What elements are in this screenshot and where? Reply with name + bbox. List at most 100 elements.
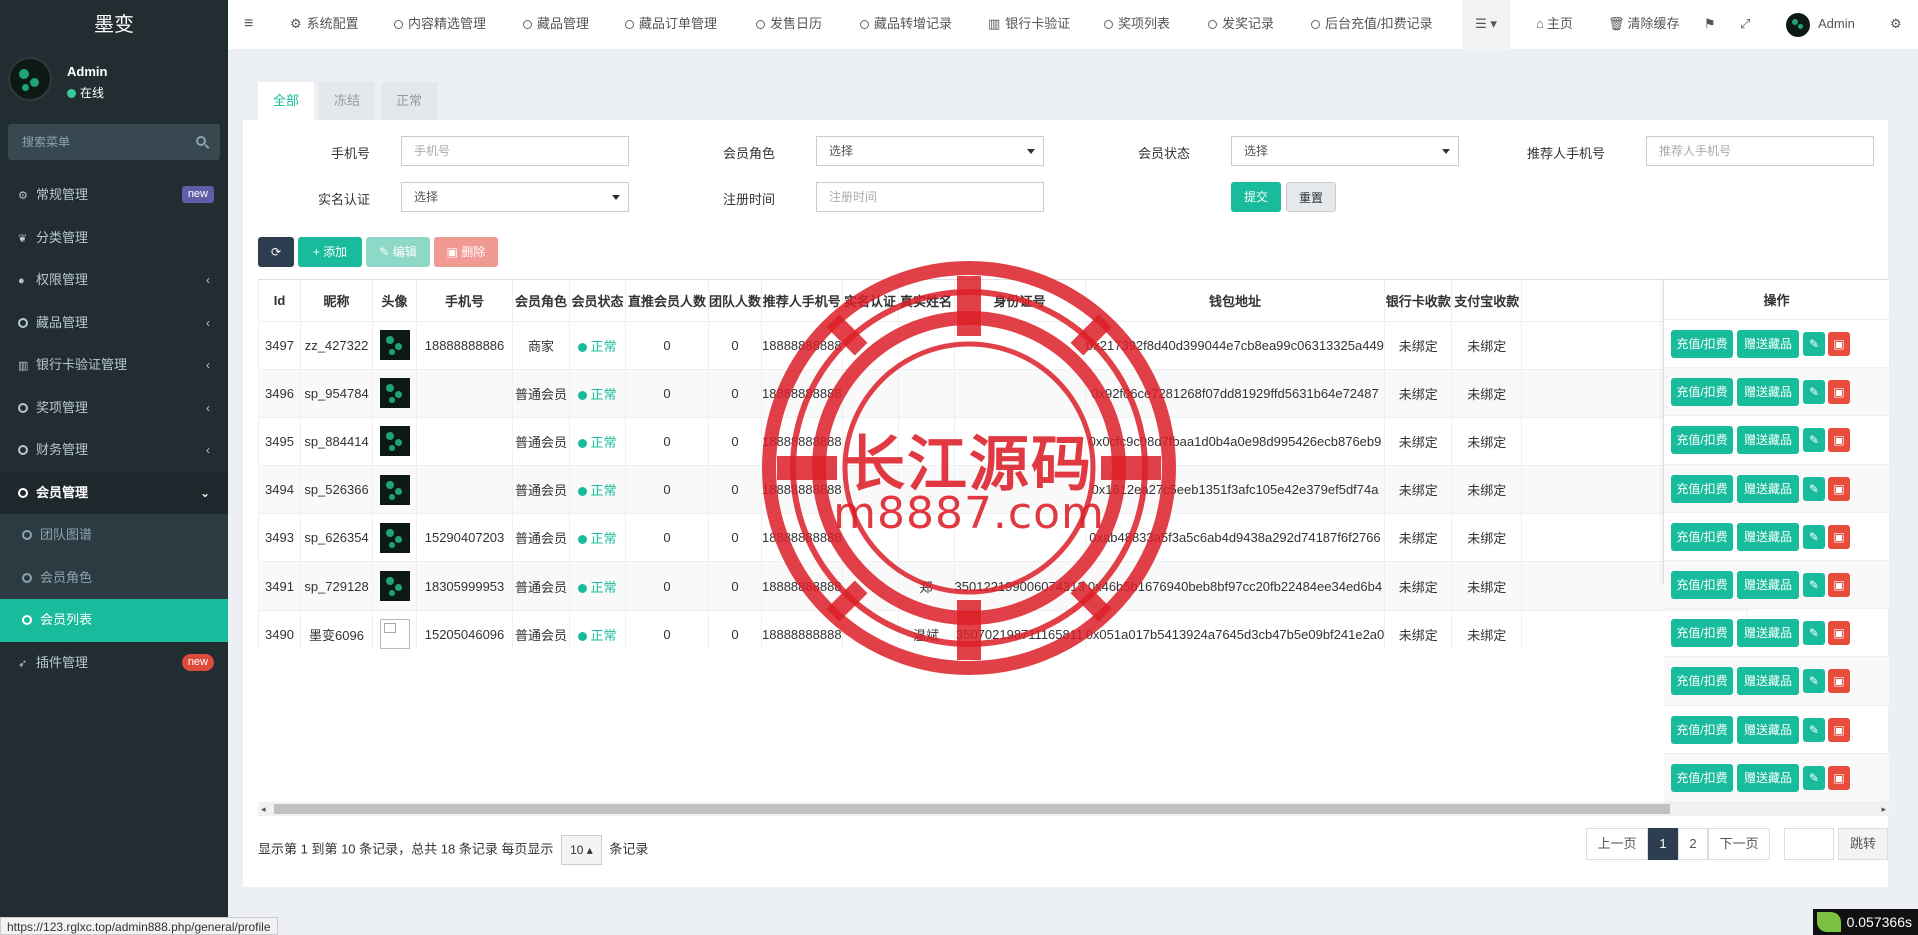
page-1-button[interactable]: 1 [1648, 828, 1678, 860]
nav-tab-system-config[interactable]: ⚙ 系统配置 [290, 0, 359, 50]
nav-clear-cache[interactable]: 🗑 清除缓存 [1608, 0, 1680, 50]
app-logo[interactable]: 墨变 [0, 0, 228, 50]
gift-collection-button[interactable]: 赠送藏品 [1737, 474, 1799, 503]
member-avatar[interactable] [379, 522, 410, 553]
nav-more-dropdown[interactable]: ☰ ▾ [1462, 0, 1510, 50]
recharge-button[interactable]: 充值/扣费 [1671, 522, 1733, 551]
col-header[interactable]: 支付宝收款 [1451, 280, 1523, 322]
sidebar-item-member[interactable]: 会员管理 ⌄ [0, 471, 228, 514]
role-select[interactable]: 选择 [816, 136, 1044, 166]
recharge-button[interactable]: 充值/扣费 [1671, 763, 1733, 792]
submit-button[interactable]: 提交 [1231, 182, 1281, 212]
gift-collection-button[interactable]: 赠送藏品 [1737, 763, 1799, 792]
col-header[interactable]: 直推会员人数 [625, 280, 709, 322]
reset-button[interactable]: 重置 [1286, 182, 1336, 212]
col-header[interactable]: 手机号 [416, 280, 513, 322]
table-row[interactable]: 3494 sp_526366 普通会员 正常 0 0 18888888888 0x1612ea… [258, 465, 1749, 515]
scrollbar-thumb[interactable] [274, 804, 1670, 814]
gift-collection-button[interactable]: 赠送藏品 [1737, 715, 1799, 744]
status-select[interactable]: 选择 [1231, 136, 1459, 166]
add-button[interactable]: + 添加 [298, 237, 362, 267]
table-hscrollbar[interactable]: ◂ ▸ [258, 802, 1889, 816]
col-header[interactable]: 会员角色 [512, 280, 570, 322]
edit-pencil-icon[interactable]: ✎ [1803, 524, 1825, 549]
search-icon[interactable] [196, 136, 206, 146]
table-row[interactable]: 3491 sp_729128 18305999953 普通会员 正常 0 0 18888888… [258, 561, 1749, 611]
gift-collection-button[interactable]: 赠送藏品 [1737, 522, 1799, 551]
language-icon[interactable]: ⚑ [1704, 0, 1716, 50]
col-header[interactable]: 团队人数 [707, 280, 763, 322]
edit-button[interactable]: ✎ 编辑 [366, 237, 430, 267]
delete-button[interactable]: ▣ 删除 [434, 237, 498, 267]
recharge-button[interactable]: 充值/扣费 [1671, 570, 1733, 599]
nav-tab-content[interactable]: 内容精选管理 [394, 0, 486, 50]
gift-collection-button[interactable]: 赠送藏品 [1737, 330, 1799, 358]
recharge-button[interactable]: 充值/扣费 [1671, 474, 1733, 503]
sidebar-item-member-list[interactable]: 会员列表 [0, 599, 228, 642]
edit-pencil-icon[interactable]: ✎ [1803, 621, 1825, 646]
sidebar-item-collection[interactable]: 藏品管理 ‹ [0, 302, 228, 345]
menu-toggle-icon[interactable]: ≡ [244, 0, 253, 50]
gift-collection-button[interactable]: 赠送藏品 [1737, 619, 1799, 648]
member-avatar[interactable] [379, 571, 410, 602]
col-header[interactable]: 推荐人手机号 [761, 280, 843, 322]
delete-trash-icon[interactable]: ▣ [1828, 332, 1850, 356]
edit-pencil-icon[interactable]: ✎ [1803, 380, 1825, 405]
jump-button[interactable]: 跳转 [1838, 828, 1888, 860]
page-size-select[interactable]: 10 ▴ [561, 835, 602, 865]
jump-page-input[interactable] [1784, 828, 1834, 860]
tab-normal[interactable]: 正常 [381, 82, 438, 120]
sidebar-search-input[interactable] [8, 124, 220, 160]
page-2-button[interactable]: 2 [1678, 828, 1708, 860]
scroll-left-icon[interactable]: ◂ [261, 802, 266, 816]
gift-collection-button[interactable]: 赠送藏品 [1737, 426, 1799, 455]
broken-image-icon[interactable] [379, 619, 410, 649]
member-avatar[interactable] [379, 474, 410, 505]
recharge-button[interactable]: 充值/扣费 [1671, 619, 1733, 648]
recharge-button[interactable]: 充值/扣费 [1671, 667, 1733, 696]
table-row[interactable]: 3490 墨变6096 15205046096 普通会员 正常 0 0 18888888888… [258, 609, 1749, 649]
fullscreen-icon[interactable]: ⤢ [1740, 0, 1750, 50]
delete-trash-icon[interactable]: ▣ [1828, 380, 1850, 405]
sidebar-item-category[interactable]: ❦ 分类管理 [0, 217, 228, 260]
sidebar-item-prize[interactable]: 奖项管理 ‹ [0, 387, 228, 430]
edit-pencil-icon[interactable]: ✎ [1803, 572, 1825, 597]
tab-frozen[interactable]: 冻结 [319, 82, 376, 120]
col-header[interactable]: Id [258, 280, 301, 322]
nav-tab-orders[interactable]: 藏品订单管理 [625, 0, 717, 50]
delete-trash-icon[interactable]: ▣ [1828, 669, 1850, 694]
delete-trash-icon[interactable]: ▣ [1828, 524, 1850, 549]
delete-trash-icon[interactable]: ▣ [1828, 428, 1850, 453]
delete-trash-icon[interactable]: ▣ [1828, 717, 1850, 742]
gift-collection-button[interactable]: 赠送藏品 [1737, 570, 1799, 599]
nav-tab-transfer[interactable]: 藏品转增记录 [860, 0, 952, 50]
nav-tab-prizes[interactable]: 奖项列表 [1104, 0, 1170, 50]
sidebar-item-bankcard[interactable]: ▥ 银行卡验证管理 ‹ [0, 344, 228, 387]
nav-tab-collection[interactable]: 藏品管理 [523, 0, 589, 50]
tab-all[interactable]: 全部 [258, 82, 315, 120]
realname-select[interactable]: 选择 [401, 182, 629, 212]
nav-admin-menu[interactable]: Admin [1786, 0, 1855, 50]
col-header[interactable]: 头像 [372, 280, 417, 322]
col-header[interactable]: 昵称 [300, 280, 373, 322]
sidebar-item-general[interactable]: ⚙ 常规管理 new [0, 174, 228, 217]
member-avatar[interactable] [379, 426, 410, 457]
phone-input[interactable] [401, 136, 629, 166]
member-avatar[interactable] [379, 330, 410, 361]
col-header[interactable]: 钱包地址 [1084, 280, 1386, 322]
nav-home[interactable]: ⌂ 主页 [1536, 0, 1573, 50]
col-header[interactable]: 银行卡收款 [1384, 280, 1453, 322]
delete-trash-icon[interactable]: ▣ [1828, 572, 1850, 597]
nav-tab-bankcard[interactable]: ▥ 银行卡验证 [988, 0, 1070, 50]
gift-collection-button[interactable]: 赠送藏品 [1737, 667, 1799, 696]
table-row[interactable]: 3497 zz_427322 18888888886 商家 正常 0 0 1888888888… [258, 320, 1749, 370]
sidebar-item-auth[interactable]: ● 权限管理 ‹ [0, 259, 228, 302]
scroll-right-icon[interactable]: ▸ [1881, 802, 1886, 816]
edit-pencil-icon[interactable]: ✎ [1803, 717, 1825, 742]
delete-trash-icon[interactable]: ▣ [1828, 621, 1850, 646]
nav-tab-prize-log[interactable]: 发奖记录 [1208, 0, 1274, 50]
delete-trash-icon[interactable]: ▣ [1828, 476, 1850, 501]
recharge-button[interactable]: 充值/扣费 [1671, 378, 1733, 407]
nav-tab-recharge-log[interactable]: 后台充值/扣费记录 [1311, 0, 1433, 50]
member-avatar[interactable] [379, 378, 410, 409]
